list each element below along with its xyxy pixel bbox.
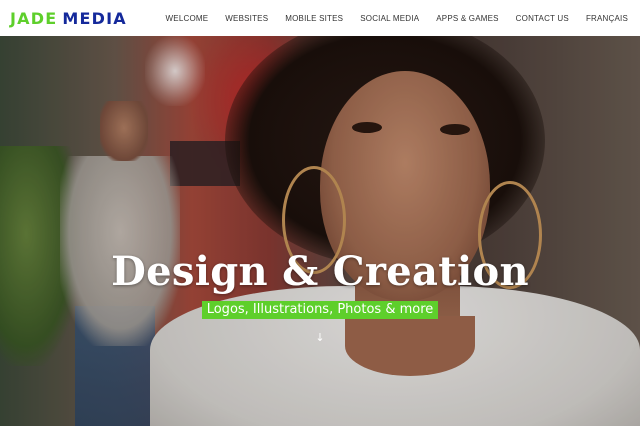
nav-item-websites[interactable]: WEBSITES [225, 14, 268, 23]
hero-tagline-wrapper: Logos, Illustrations, Photos & more [0, 300, 640, 319]
logo-word-jade: JADE [10, 8, 58, 28]
nav-item-francais[interactable]: FRANÇAIS [586, 14, 628, 23]
arrow-down-icon[interactable]: ↓ [314, 332, 326, 344]
nav-item-social-media[interactable]: SOCIAL MEDIA [360, 14, 419, 23]
nav-item-contact-us[interactable]: CONTACT US [516, 14, 569, 23]
hero-overlay [0, 36, 640, 426]
hero-banner: Design & Creation Logos, Illustrations, … [0, 36, 640, 426]
hero-tagline: Logos, Illustrations, Photos & more [201, 301, 439, 319]
site-header: JADE MEDIA WELCOME WEBSITES MOBILE SITES … [0, 0, 640, 36]
site-logo[interactable]: JADE MEDIA [10, 9, 127, 28]
logo-word-media: MEDIA [62, 8, 127, 28]
main-nav: WELCOME WEBSITES MOBILE SITES SOCIAL MED… [166, 14, 628, 23]
nav-item-welcome[interactable]: WELCOME [166, 14, 209, 23]
nav-item-mobile-sites[interactable]: MOBILE SITES [285, 14, 343, 23]
nav-item-apps-games[interactable]: APPS & GAMES [436, 14, 498, 23]
hero-headline: Design & Creation [111, 248, 529, 295]
